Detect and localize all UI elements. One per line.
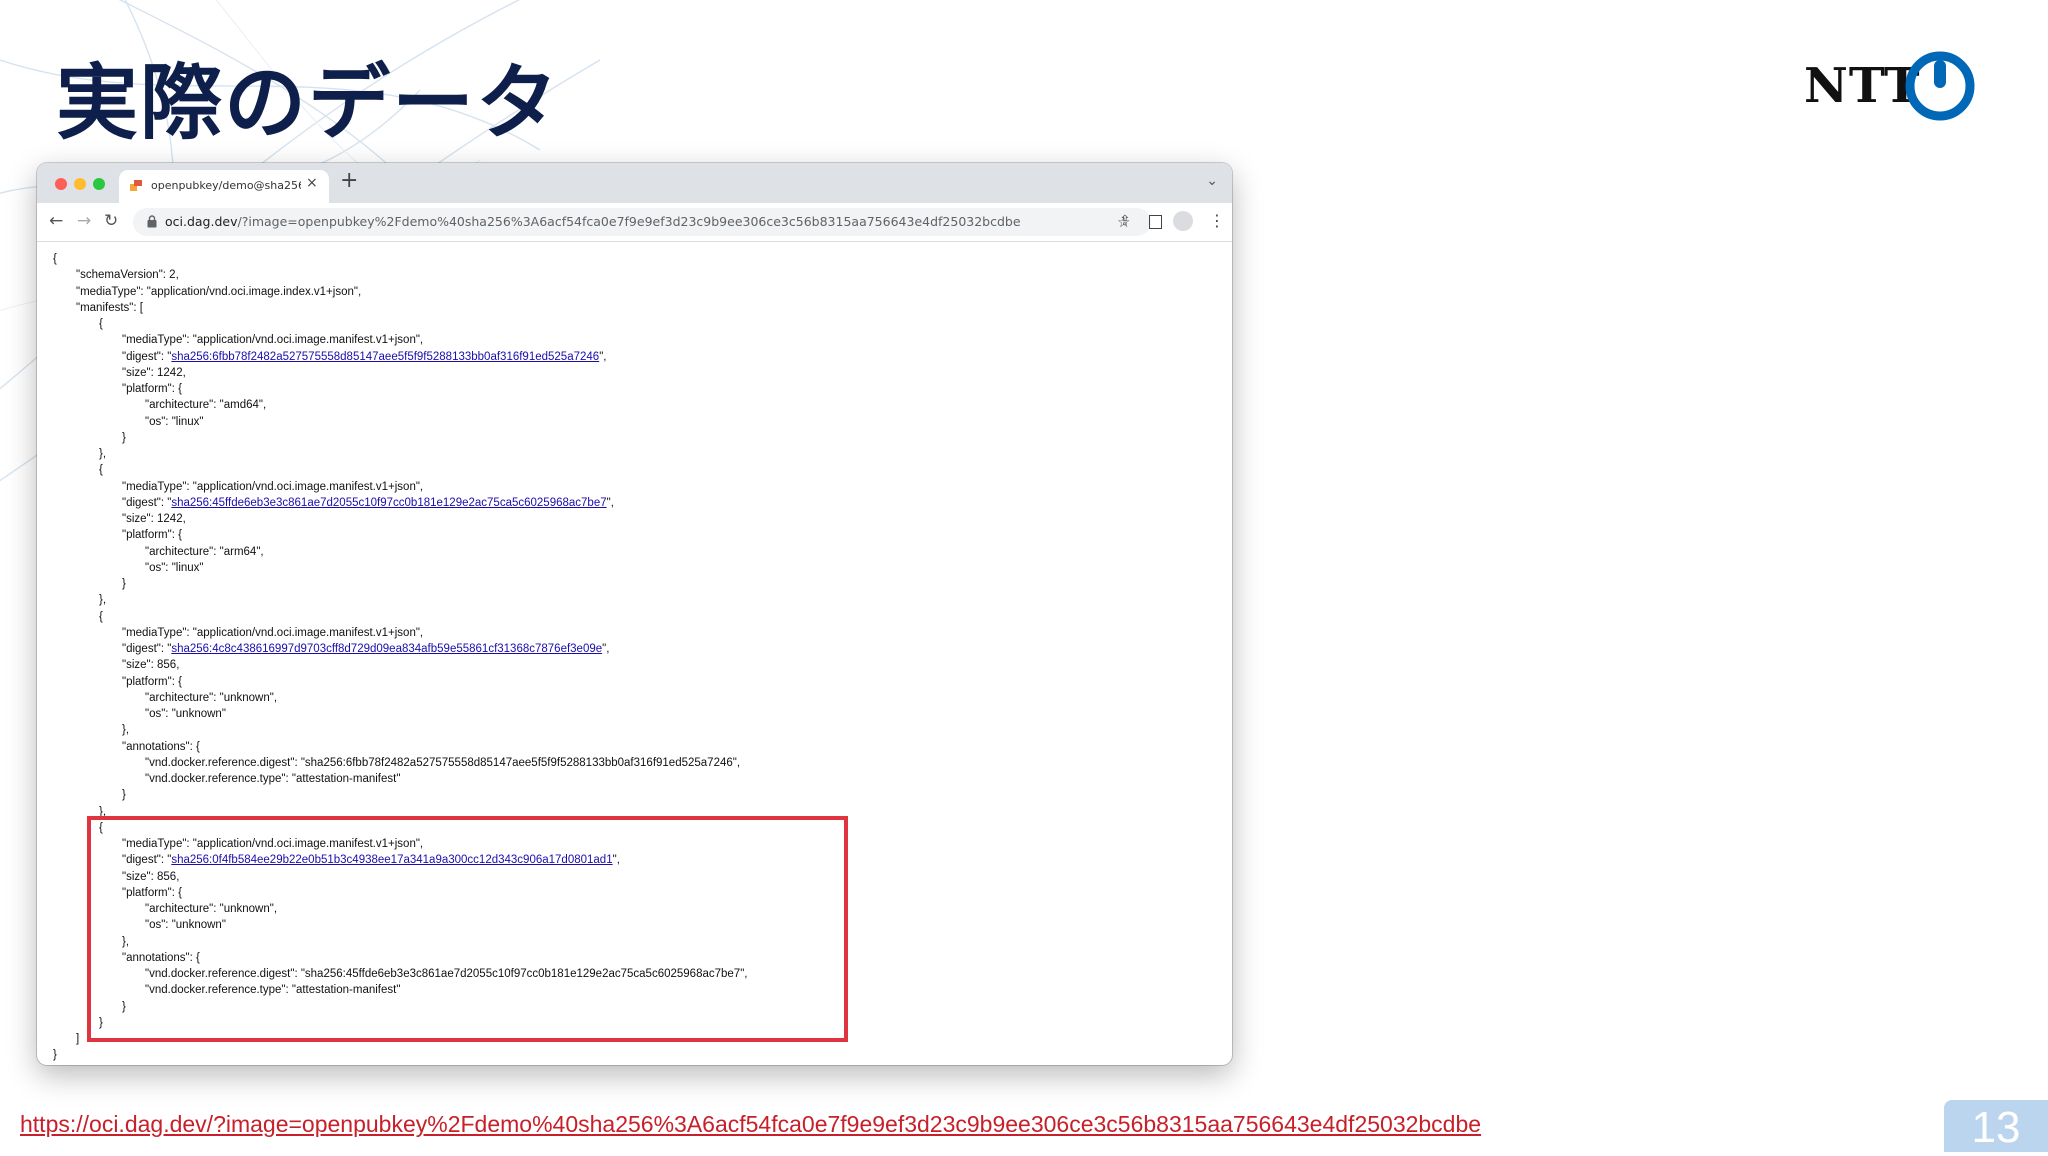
- tab-close-icon[interactable]: ×: [306, 175, 318, 191]
- favicon-icon: [130, 180, 142, 191]
- back-arrow-icon[interactable]: ←: [49, 211, 63, 231]
- json-line: {: [99, 318, 103, 330]
- json-line: }: [122, 578, 126, 590]
- browser-tab[interactable]: openpubkey/demo@sha256:6acf54fca0e7 ×: [119, 170, 329, 203]
- page-number: 13: [1971, 1103, 2021, 1152]
- json-line: ]: [76, 1033, 80, 1045]
- json-line: "platform": {: [122, 675, 182, 688]
- json-line: "size": 856,: [122, 659, 180, 672]
- url-text: oci.dag.dev/?image=openpubkey%2Fdemo%40s…: [165, 214, 1021, 229]
- lock-icon: [147, 215, 157, 228]
- json-line: }: [53, 1049, 57, 1062]
- tab-strip: openpubkey/demo@sha256:6acf54fca0e7 × + …: [37, 163, 1232, 203]
- tab-title: openpubkey/demo@sha256:6acf54fca0e7: [151, 179, 301, 192]
- json-punct: ",: [599, 350, 607, 363]
- json-line: "annotations": {: [122, 740, 200, 753]
- json-line: "mediaType": "application/vnd.oci.image.…: [76, 285, 362, 298]
- json-key: "digest": ": [122, 350, 172, 363]
- json-line: }: [122, 789, 126, 802]
- json-line: "digest": "sha256:45ffde6eb3e3c861ae7d20…: [122, 495, 614, 511]
- json-line: },: [99, 448, 107, 460]
- json-line: "vnd.docker.reference.type": "attestatio…: [145, 773, 401, 785]
- json-line: "digest": "sha256:4c8c438616997d9703cff8…: [122, 641, 609, 657]
- json-line: "manifests": [: [76, 301, 143, 314]
- address-bar[interactable]: oci.dag.dev/?image=openpubkey%2Fdemo%40s…: [133, 208, 1151, 236]
- url-host: oci.dag.dev: [165, 214, 238, 229]
- json-line: "platform": {: [122, 383, 182, 395]
- json-line: "mediaType": "application/vnd.oci.image.…: [122, 626, 424, 639]
- json-line: "schemaVersion": 2,: [76, 269, 179, 282]
- page-number-badge: 13: [1944, 1100, 2048, 1152]
- json-line: }: [122, 431, 126, 444]
- json-line: "architecture": "amd64",: [145, 399, 267, 412]
- json-line: "platform": {: [122, 529, 182, 542]
- digest-link[interactable]: sha256:45ffde6eb3e3c861ae7d2055c10f97cc0…: [171, 497, 606, 509]
- tab-search-chevron-icon[interactable]: ⌄: [1206, 173, 1218, 189]
- slide-title: 実際のデータ: [56, 56, 561, 151]
- json-line: {: [53, 253, 57, 265]
- highlight-box: [87, 816, 848, 1042]
- json-line: "digest": "sha256:6fbb78f2482a527575558d…: [122, 349, 606, 365]
- digest-link[interactable]: sha256:4c8c438616997d9703cff8d729d09ea83…: [171, 643, 602, 655]
- reload-icon[interactable]: ↻: [104, 211, 118, 231]
- json-line: },: [122, 724, 130, 737]
- json-line: },: [99, 594, 107, 607]
- json-line: "mediaType": "application/vnd.oci.image.…: [122, 480, 424, 493]
- json-line: "vnd.docker.reference.digest": "sha256:6…: [145, 756, 741, 769]
- json-punct: ",: [602, 643, 610, 655]
- ntt-logo: NTT: [1804, 50, 1994, 122]
- digest-link[interactable]: sha256:6fbb78f2482a527575558d85147aee5f5…: [171, 351, 599, 363]
- window-minimize-button[interactable]: [74, 178, 86, 190]
- json-line: "mediaType": "application/vnd.oci.image.…: [122, 334, 424, 347]
- json-key: "digest": ": [122, 496, 172, 509]
- json-line: "size": 1242,: [122, 513, 186, 525]
- json-key: "digest": ": [122, 643, 172, 655]
- ntt-logo-mark-icon: [1905, 51, 1975, 121]
- new-tab-button[interactable]: +: [340, 168, 358, 193]
- json-line: "os": "unknown": [145, 708, 226, 720]
- source-url-link[interactable]: https://oci.dag.dev/?image=openpubkey%2F…: [20, 1111, 1481, 1138]
- json-line: "architecture": "arm64",: [145, 545, 264, 558]
- url-path: /?image=openpubkey%2Fdemo%40sha256%3A6ac…: [237, 214, 1021, 229]
- json-line: {: [99, 610, 103, 623]
- forward-arrow-icon[interactable]: →: [77, 211, 91, 231]
- bookmark-star-icon[interactable]: ☆: [1117, 213, 1130, 231]
- window-close-button[interactable]: [55, 178, 67, 190]
- json-line: "size": 1242,: [122, 366, 186, 379]
- kebab-menu-icon[interactable]: ⋮: [1209, 211, 1225, 230]
- json-line: "architecture": "unknown",: [145, 691, 278, 704]
- window-maximize-button[interactable]: [93, 178, 105, 190]
- json-punct: ",: [606, 496, 614, 509]
- profile-avatar-icon[interactable]: [1173, 211, 1193, 231]
- side-panel-icon[interactable]: [1149, 215, 1162, 229]
- json-line: "os": "linux": [145, 561, 204, 574]
- json-line: {: [99, 464, 103, 477]
- browser-toolbar: ← → ↻ oci.dag.dev/?image=openpubkey%2Fde…: [37, 203, 1232, 242]
- json-line: "os": "linux": [145, 415, 204, 428]
